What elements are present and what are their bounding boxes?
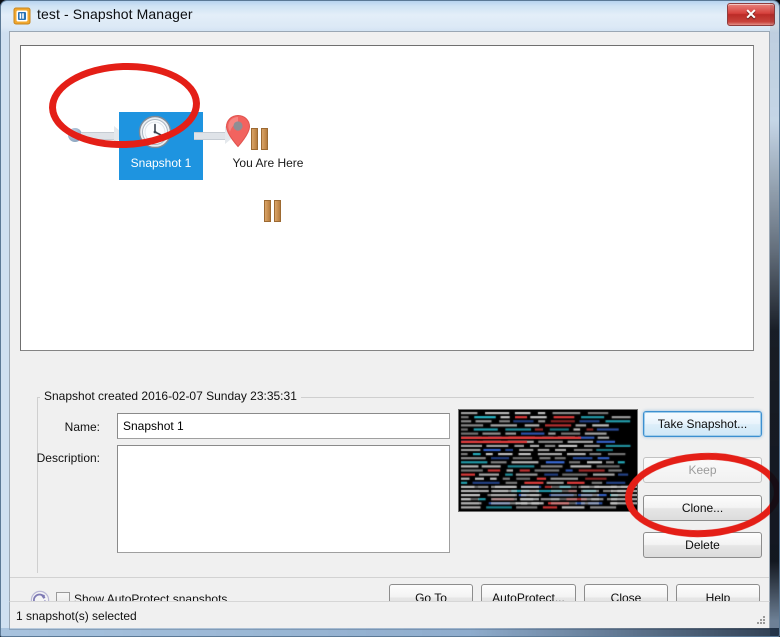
you-are-here-label: You Are Here [232, 156, 304, 170]
clock-icon [137, 114, 173, 150]
title-bar: test - Snapshot Manager ✕ [1, 1, 779, 31]
pause-badge-icon [251, 128, 269, 150]
delete-button[interactable]: Delete [643, 532, 762, 558]
description-input[interactable] [117, 445, 450, 553]
close-icon: ✕ [745, 6, 757, 22]
name-input[interactable] [117, 413, 450, 439]
dialog-client-area: Snapshot 1 You Are Here Snapshot created… [9, 31, 770, 630]
map-pin-icon [225, 114, 251, 148]
you-are-here-node[interactable]: You Are Here [221, 112, 317, 180]
take-snapshot-button[interactable]: Take Snapshot... [643, 411, 762, 437]
clone-button[interactable]: Clone... [643, 495, 762, 521]
vm-screen-thumbnail [458, 409, 638, 512]
status-text: 1 snapshot(s) selected [16, 609, 137, 623]
thumbnail-canvas [459, 410, 637, 511]
snapshot-manager-window: test - Snapshot Manager ✕ Snapshot 1 You… [0, 0, 780, 637]
snapshot-node-snapshot-1[interactable]: Snapshot 1 [119, 112, 281, 222]
window-title: test - Snapshot Manager [37, 6, 193, 22]
resize-grip-icon[interactable] [753, 614, 766, 627]
name-label: Name: [64, 420, 100, 434]
window-edge-right [770, 1, 779, 636]
snapshot-created-label: Snapshot created 2016-02-07 Sunday 23:35… [40, 389, 301, 403]
status-bar: 1 snapshot(s) selected [9, 601, 770, 630]
tree-connector-line [81, 132, 115, 140]
bottom-divider [10, 577, 769, 578]
snapshot-node-label: Snapshot 1 [130, 156, 192, 170]
snapshot-tree-panel[interactable]: Snapshot 1 You Are Here [20, 45, 754, 351]
window-edge-bottom [1, 628, 779, 636]
pause-badge-icon [264, 200, 282, 222]
tree-root-node[interactable] [68, 128, 82, 142]
keep-button: Keep [643, 457, 762, 483]
close-window-button[interactable]: ✕ [727, 3, 775, 26]
vmware-icon [13, 7, 31, 25]
description-label: Description: [36, 451, 100, 465]
